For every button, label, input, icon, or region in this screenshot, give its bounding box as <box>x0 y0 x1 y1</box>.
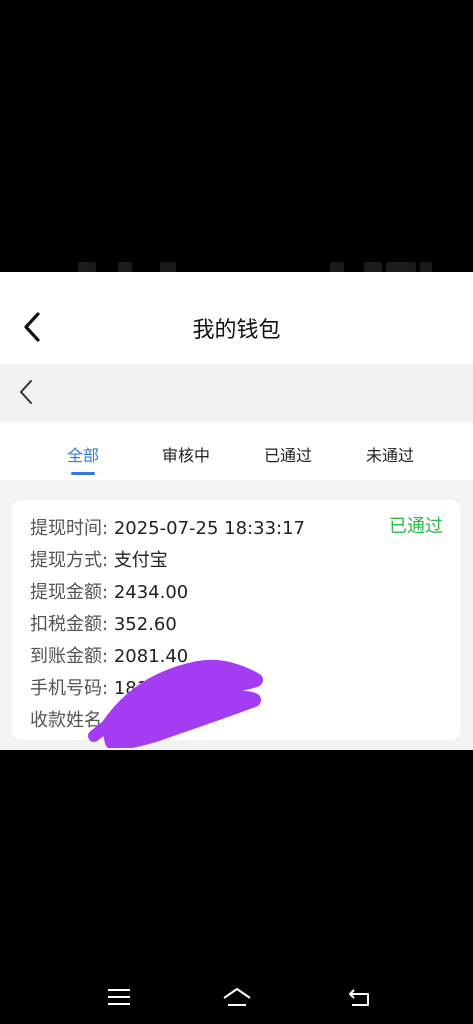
home-button[interactable] <box>221 984 251 1010</box>
home-icon <box>223 988 251 1006</box>
menu-button[interactable] <box>104 984 134 1010</box>
menu-icon <box>108 989 130 1005</box>
record-row-time: 提现时间: 2025-07-25 18:33:17 <box>30 514 305 540</box>
status-tabs: 全部 审核中 已通过 未通过 <box>0 422 473 480</box>
row-label: 提现时间: <box>30 518 109 539</box>
row-value: 352.60 <box>113 614 177 635</box>
record-row-amount: 提现金额: 2434.00 <box>30 578 188 604</box>
app-header: 我的钱包 <box>0 272 473 364</box>
tab-approved[interactable]: 已通过 <box>238 442 338 466</box>
row-label: 扣税金额: <box>30 614 109 635</box>
return-button[interactable] <box>346 984 376 1010</box>
record-row-method: 提现方式: 支付宝 <box>30 546 168 572</box>
active-tab-indicator <box>71 472 95 475</box>
page-title: 我的钱包 <box>192 318 281 343</box>
row-value: 支付宝 <box>113 550 168 571</box>
return-icon <box>349 989 369 1006</box>
secondary-back-button[interactable] <box>14 376 40 408</box>
tab-all[interactable]: 全部 <box>33 442 133 466</box>
record-row-tax: 扣税金额: 352.60 <box>30 610 177 636</box>
tab-rejected[interactable]: 未通过 <box>340 442 440 466</box>
redaction-scribble <box>88 659 263 748</box>
system-navigation-bar <box>0 970 473 1024</box>
row-value: 2434.00 <box>113 582 189 603</box>
back-chevron-icon <box>20 380 32 404</box>
row-label: 提现方式: <box>30 550 109 571</box>
screen-top-blackout <box>0 0 473 272</box>
row-value: 2025-07-25 18:33:17 <box>113 518 305 539</box>
row-label: 提现金额: <box>30 582 109 603</box>
status-badge: 已通过 <box>389 516 443 537</box>
tab-reviewing[interactable]: 审核中 <box>136 442 236 466</box>
secondary-nav-bar <box>0 364 473 422</box>
